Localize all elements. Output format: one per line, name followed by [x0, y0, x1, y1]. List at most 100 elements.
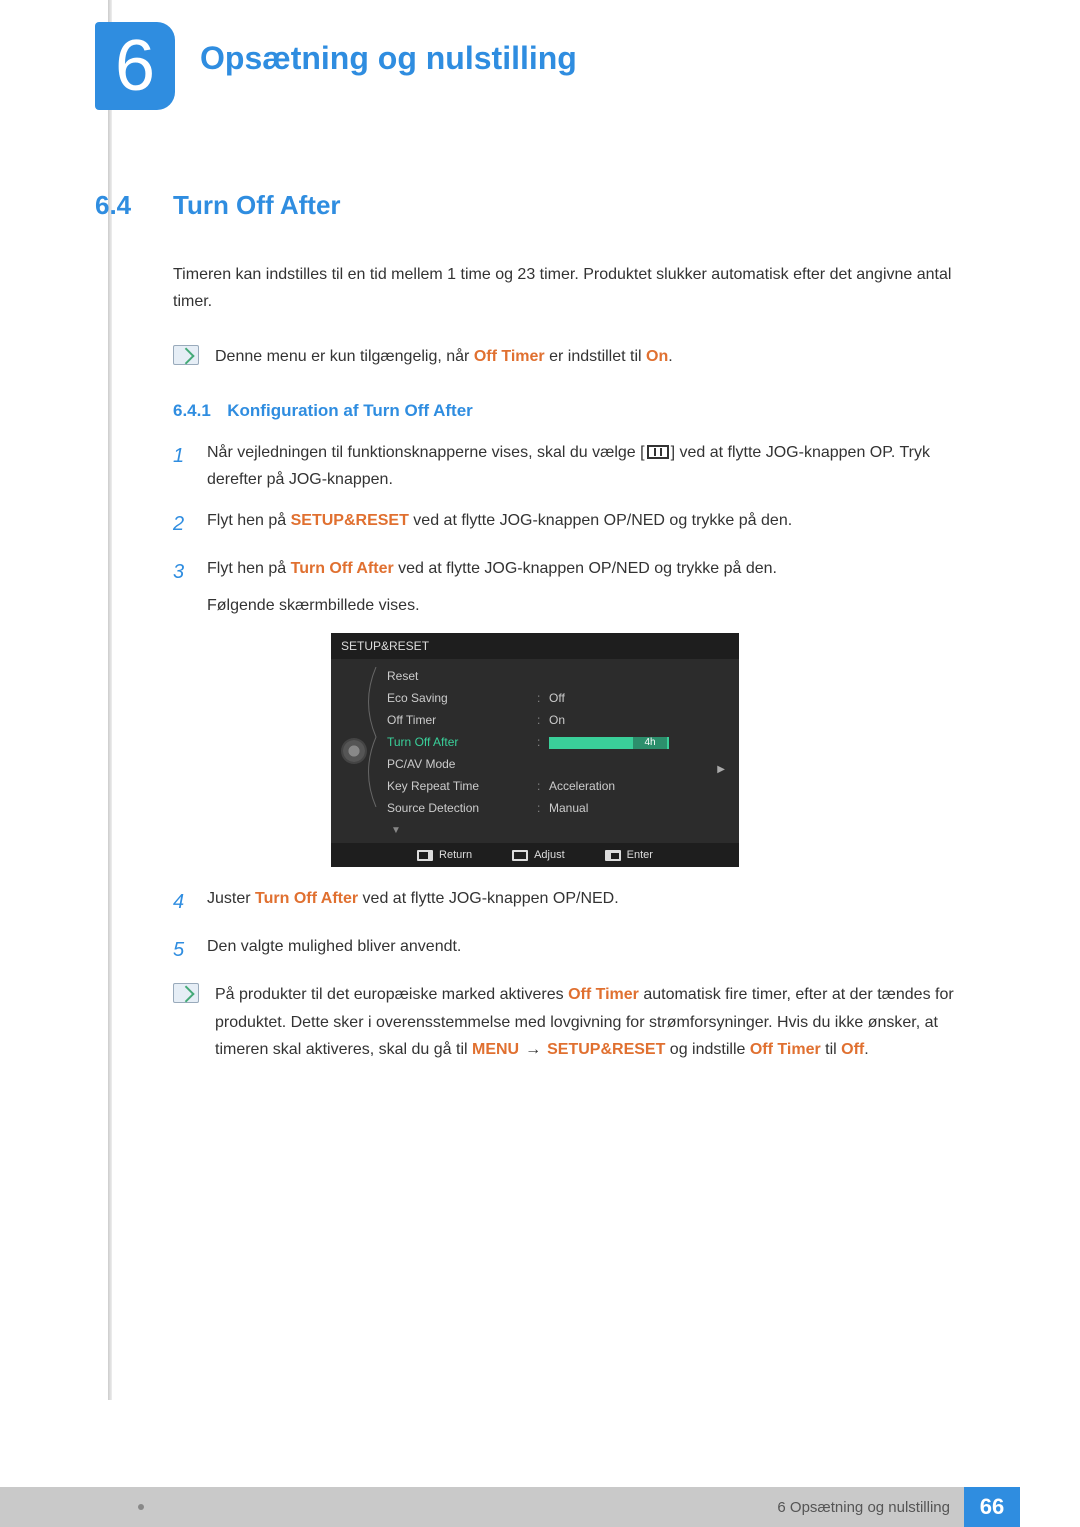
osd-label: Eco Saving [387, 691, 537, 705]
osd-slider-value: 4h [633, 737, 667, 749]
step3-c: ved at flytte JOG-knappen OP/NED og tryk… [394, 560, 777, 577]
osd-label: PC/AV Mode [387, 757, 537, 771]
step-list-cont: 4 Juster Turn Off After ved at flytte JO… [173, 885, 975, 967]
step-number: 5 [173, 933, 191, 967]
step4-c: ved at flytte JOG-knappen OP/NED. [358, 890, 619, 907]
n2-t4: til [821, 1041, 841, 1058]
step1-a: Når vejledningen til funktionsknapperne … [207, 444, 645, 461]
adjust-icon [512, 850, 528, 861]
footer-stub [1020, 1487, 1080, 1527]
step3-d: Følgende skærmbillede vises. [207, 592, 975, 619]
note-text: På produkter til det europæiske marked a… [215, 981, 975, 1063]
step-2: 2 Flyt hen på SETUP&RESET ved at flytte … [173, 507, 975, 541]
note-post: . [668, 348, 672, 365]
osd-footer-enter: Enter [605, 849, 653, 861]
n2-s2: MENU [472, 1041, 519, 1058]
step2-strong: SETUP&RESET [291, 512, 409, 529]
section-title: Turn Off After [173, 190, 341, 221]
section-number: 6.4 [95, 190, 145, 221]
step-list: 1 Når vejledningen til funktionsknappern… [173, 439, 975, 620]
n2-t1: På produkter til det europæiske marked a… [215, 986, 568, 1003]
osd-colon: : [537, 713, 549, 727]
osd-row-pcav: PC/AV Mode ▶ [387, 753, 729, 775]
note-mid: er indstillet til [545, 348, 646, 365]
step2-c: ved at flytte JOG-knappen OP/NED og tryk… [409, 512, 792, 529]
chapter-tab: 6 [95, 22, 175, 110]
note-text: Denne menu er kun tilgængelig, når Off T… [215, 343, 673, 370]
step3-a: Flyt hen på [207, 560, 291, 577]
step2-a: Flyt hen på [207, 512, 291, 529]
subsection-number: 6.4.1 [173, 401, 211, 420]
section-heading: 6.4 Turn Off After [95, 190, 975, 221]
step-number: 4 [173, 885, 191, 919]
arrow-right-icon: → [525, 1036, 541, 1063]
osd-colon: : [537, 801, 549, 815]
osd-label: Off Timer [387, 713, 537, 727]
osd-label: Source Detection [387, 801, 537, 815]
osd-icon-column [331, 659, 377, 843]
osd-screenshot: SETUP&RESET Reset Eco Saving : Off Off T… [331, 633, 739, 867]
step-3: 3 Flyt hen på Turn Off After ved at flyt… [173, 555, 975, 619]
osd-row-turnoffafter: Turn Off After : 4h [387, 731, 729, 753]
osd-footer-enter-label: Enter [627, 849, 653, 861]
n2-s1: Off Timer [568, 986, 639, 1003]
osd-slider: 4h [549, 737, 669, 749]
osd-body: Reset Eco Saving : Off Off Timer : On Tu… [331, 659, 739, 843]
note-strong-offtimer: Off Timer [474, 348, 545, 365]
step-body: Juster Turn Off After ved at flytte JOG-… [207, 885, 975, 919]
menu-icon [647, 445, 669, 459]
osd-colon: : [537, 735, 549, 749]
page-number: 66 [964, 1487, 1020, 1527]
step-5: 5 Den valgte mulighed bliver anvendt. [173, 933, 975, 967]
note-icon [173, 345, 199, 365]
n2-s5: Off [841, 1041, 864, 1058]
osd-footer-return-label: Return [439, 849, 472, 861]
osd-footer-adjust: Adjust [512, 849, 565, 861]
step-body: Den valgte mulighed bliver anvendt. [207, 933, 975, 967]
step-number: 3 [173, 555, 191, 619]
content-area: 6.4 Turn Off After Timeren kan indstille… [95, 190, 975, 1093]
osd-row-keyrepeat: Key Repeat Time : Acceleration [387, 775, 729, 797]
osd-label: Key Repeat Time [387, 779, 537, 793]
step-4: 4 Juster Turn Off After ved at flytte JO… [173, 885, 975, 919]
step4-a: Juster [207, 890, 255, 907]
enter-icon [605, 850, 621, 861]
osd-footer-adjust-label: Adjust [534, 849, 565, 861]
step-body: Når vejledningen til funktionsknapperne … [207, 439, 975, 493]
osd-row-reset: Reset [387, 665, 729, 687]
n2-t3: og indstille [665, 1041, 750, 1058]
osd-header: SETUP&RESET [331, 633, 739, 659]
section-intro: Timeren kan indstilles til en tid mellem… [173, 261, 975, 315]
osd-value: 4h [549, 735, 729, 749]
note-icon [173, 983, 199, 1003]
step-body: Flyt hen på SETUP&RESET ved at flytte JO… [207, 507, 975, 541]
osd-colon: : [537, 779, 549, 793]
note-pre: Denne menu er kun tilgængelig, når [215, 348, 474, 365]
osd-list: Reset Eco Saving : Off Off Timer : On Tu… [377, 659, 739, 843]
n2-s4: Off Timer [750, 1041, 821, 1058]
subsection-heading: 6.4.1 Konfiguration af Turn Off After [173, 401, 975, 421]
note-availability: Denne menu er kun tilgængelig, når Off T… [173, 343, 975, 370]
osd-label: Reset [387, 669, 537, 683]
n2-s3: SETUP&RESET [547, 1041, 665, 1058]
chevron-right-icon: ▶ [717, 764, 725, 775]
note-eu: På produkter til det europæiske marked a… [173, 981, 975, 1063]
osd-row-sourcedetection: Source Detection : Manual [387, 797, 729, 819]
osd-row-offtimer: Off Timer : On [387, 709, 729, 731]
step-number: 1 [173, 439, 191, 493]
osd-value: Acceleration [549, 779, 729, 793]
footer-bar: 6 Opsætning og nulstilling [0, 1487, 964, 1527]
osd-footer-return: Return [417, 849, 472, 861]
step3-strong: Turn Off After [291, 560, 394, 577]
note-strong-on: On [646, 348, 668, 365]
footer-dot [138, 1504, 144, 1510]
return-icon [417, 850, 433, 861]
footer-chapter-label: 6 Opsætning og nulstilling [777, 1499, 950, 1516]
osd-bracket [361, 667, 381, 807]
chevron-down-icon: ▼ [387, 825, 401, 836]
page-footer: 6 Opsætning og nulstilling 66 [0, 1487, 1080, 1527]
osd-value: Manual [549, 801, 729, 815]
osd-value: Off [549, 691, 729, 705]
osd-colon: : [537, 691, 549, 705]
step-1: 1 Når vejledningen til funktionsknappern… [173, 439, 975, 493]
